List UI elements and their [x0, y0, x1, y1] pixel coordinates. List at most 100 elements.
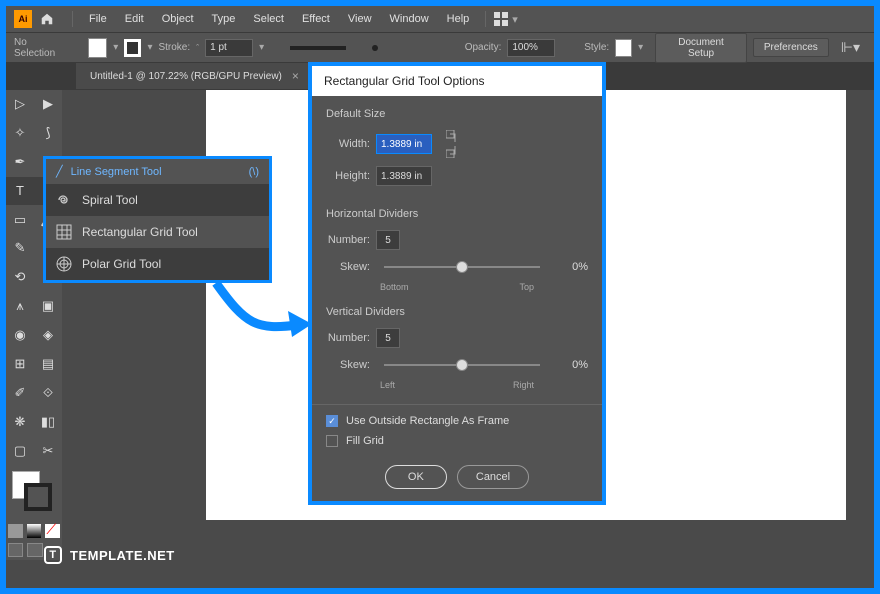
h-skew-slider[interactable]	[384, 258, 540, 276]
brush-dot	[372, 45, 378, 51]
spiral-icon	[56, 192, 72, 208]
rotate-tool[interactable]: ⟲	[6, 263, 34, 291]
workspace: ▷ ▶ ✧ ⟆ ✒ ≀ T ╱ ▭ 🖌 ✎ ◧ ⟲ ⤢ ⩚ ▣ ◉ ◈ ⊞ ▤ …	[6, 90, 874, 588]
default-size-heading: Default Size	[326, 108, 588, 120]
flyout-item-spiral[interactable]: Spiral Tool	[46, 184, 269, 216]
menu-file[interactable]: File	[81, 9, 115, 29]
grid-options-dialog: Rectangular Grid Tool Options Default Si…	[308, 62, 606, 505]
flyout-header-label: Line Segment Tool	[71, 166, 162, 178]
stroke-input[interactable]	[205, 39, 253, 57]
lasso-tool[interactable]: ⟆	[34, 119, 62, 147]
ok-button[interactable]: OK	[385, 465, 447, 489]
symbol-sprayer-tool[interactable]: ❋	[6, 408, 34, 436]
v-skew-left-label: Left	[380, 380, 395, 390]
pen-tool[interactable]: ✒	[6, 148, 34, 176]
free-transform-tool[interactable]: ▣	[34, 292, 62, 320]
h-skew-left-label: Bottom	[380, 282, 409, 292]
brush-preview[interactable]	[290, 46, 346, 50]
link-dimensions-icon[interactable]	[446, 130, 462, 158]
dialog-title: Rectangular Grid Tool Options	[312, 66, 602, 96]
stroke-swatch[interactable]	[124, 39, 141, 57]
app-logo-icon: Ai	[14, 10, 32, 28]
watermark-icon: T	[44, 546, 62, 564]
height-label: Height:	[326, 170, 370, 182]
outside-rectangle-checkbox[interactable]: ✓ Use Outside Rectangle As Frame	[326, 415, 588, 427]
v-skew-value: 0%	[554, 359, 588, 371]
preferences-button[interactable]: Preferences	[753, 38, 829, 57]
flyout-label: Polar Grid Tool	[82, 257, 161, 271]
grid-icon	[56, 224, 72, 240]
tool-flyout: ╱ Line Segment Tool (\) Spiral Tool Rect…	[43, 156, 272, 283]
document-tab[interactable]: Untitled-1 @ 107.22% (RGB/GPU Preview) ×	[76, 63, 313, 89]
number-label: Number:	[326, 234, 370, 246]
color-mode-row[interactable]: ⟋	[6, 522, 62, 540]
menu-edit[interactable]: Edit	[117, 9, 152, 29]
menu-object[interactable]: Object	[154, 9, 202, 29]
mesh-tool[interactable]: ⊞	[6, 350, 34, 378]
width-tool[interactable]: ⩚	[6, 292, 34, 320]
annotation-arrow-icon	[206, 275, 316, 355]
flyout-item-rect-grid[interactable]: Rectangular Grid Tool	[46, 216, 269, 248]
cancel-button[interactable]: Cancel	[457, 465, 529, 489]
document-setup-button[interactable]: Document Setup	[655, 33, 747, 63]
h-skew-right-label: Top	[519, 282, 534, 292]
perspective-tool[interactable]: ◈	[34, 321, 62, 349]
style-swatch[interactable]	[615, 39, 632, 57]
fill-grid-checkbox[interactable]: Fill Grid	[326, 435, 588, 447]
polar-grid-icon	[56, 256, 72, 272]
magic-wand-tool[interactable]: ✧	[6, 119, 34, 147]
h-skew-value: 0%	[554, 261, 588, 273]
height-input[interactable]	[376, 166, 432, 186]
skew-label: Skew:	[326, 261, 370, 273]
eyedropper-tool[interactable]: ✐	[6, 379, 34, 407]
menu-help[interactable]: Help	[439, 9, 478, 29]
opacity-label: Opacity:	[465, 42, 502, 53]
tab-title: Untitled-1 @ 107.22% (RGB/GPU Preview)	[90, 71, 282, 82]
v-number-input[interactable]	[376, 328, 400, 348]
width-input[interactable]	[376, 134, 432, 154]
menu-type[interactable]: Type	[204, 9, 244, 29]
flyout-label: Rectangular Grid Tool	[82, 225, 198, 239]
direct-selection-tool[interactable]: ▶	[34, 90, 62, 118]
v-dividers-heading: Vertical Dividers	[326, 306, 588, 318]
style-label: Style:	[584, 42, 609, 53]
align-icon[interactable]: ⊩▾	[841, 39, 860, 56]
opacity-input[interactable]	[507, 39, 555, 57]
column-graph-tool[interactable]: ▮▯	[34, 408, 62, 436]
shape-builder-tool[interactable]: ◉	[6, 321, 34, 349]
width-label: Width:	[326, 138, 370, 150]
checkbox-off-icon	[326, 435, 338, 447]
rectangle-tool[interactable]: ▭	[6, 206, 34, 234]
watermark-text: TEMPLATE.NET	[70, 548, 175, 563]
checkbox-label: Use Outside Rectangle As Frame	[346, 415, 509, 427]
menu-select[interactable]: Select	[245, 9, 292, 29]
type-tool[interactable]: T	[6, 177, 34, 205]
slice-tool[interactable]: ✂	[34, 437, 62, 465]
flyout-label: Spiral Tool	[82, 193, 138, 207]
v-skew-right-label: Right	[513, 380, 534, 390]
shaper-tool[interactable]: ✎	[6, 234, 34, 262]
flyout-shortcut: (\)	[249, 166, 259, 178]
tab-close-icon[interactable]: ×	[292, 69, 299, 83]
app-frame: Ai File Edit Object Type Select Effect V…	[6, 6, 874, 588]
fill-swatch[interactable]	[88, 38, 107, 58]
control-bar: No Selection ▾ ▾ Stroke: ˆ ▾ Opacity: St…	[6, 32, 874, 62]
selection-tool[interactable]: ▷	[6, 90, 34, 118]
checkbox-on-icon: ✓	[326, 415, 338, 427]
gradient-tool[interactable]: ▤	[34, 350, 62, 378]
menu-view[interactable]: View	[340, 9, 380, 29]
menu-effect[interactable]: Effect	[294, 9, 338, 29]
number-label: Number:	[326, 332, 370, 344]
menu-bar: Ai File Edit Object Type Select Effect V…	[6, 6, 874, 32]
h-number-input[interactable]	[376, 230, 400, 250]
blend-tool[interactable]: ⟐	[34, 379, 62, 407]
v-skew-slider[interactable]	[384, 356, 540, 374]
menu-window[interactable]: Window	[382, 9, 437, 29]
home-icon[interactable]	[40, 12, 54, 26]
selection-label: No Selection	[14, 37, 67, 59]
skew-label: Skew:	[326, 359, 370, 371]
artboard-tool[interactable]: ▢	[6, 437, 34, 465]
layout-icon[interactable]	[494, 12, 508, 26]
fill-stroke-controls[interactable]	[6, 465, 62, 521]
flyout-header[interactable]: ╱ Line Segment Tool (\)	[46, 159, 269, 184]
